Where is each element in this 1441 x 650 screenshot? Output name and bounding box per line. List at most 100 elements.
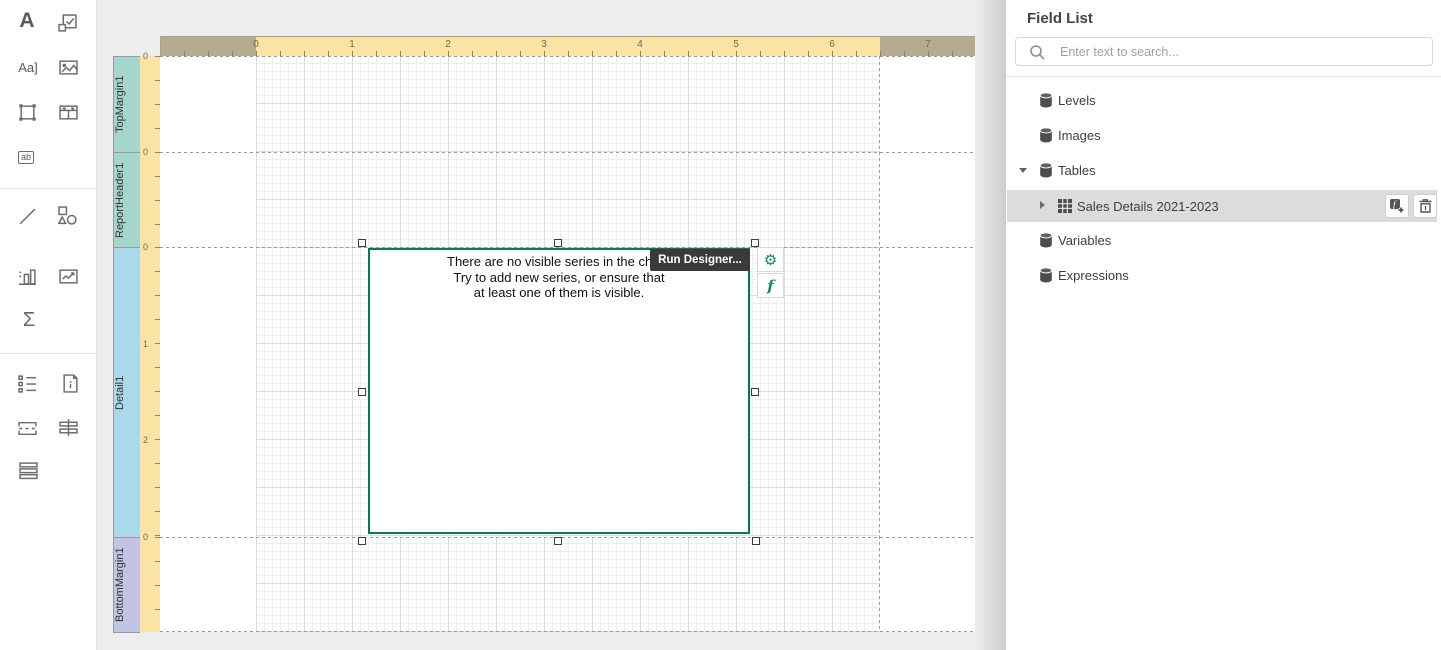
hruler-number: 6 [829,39,835,50]
band-label: Detail1 [114,248,140,537]
barcode-tool-icon[interactable]: ab [16,147,36,167]
band-label: ReportHeader1 [114,153,140,247]
label-tool-glyph: A [19,9,34,33]
resize-handle-top-right[interactable] [751,239,759,247]
band-top-margin[interactable]: TopMargin1 [114,56,140,152]
checkbox-tool-icon[interactable] [57,13,77,33]
tree-item-label: Images [1058,128,1101,143]
add-calculated-field-icon: f [1389,198,1405,214]
line-tool-icon[interactable] [17,206,37,226]
chart-message-line: Try to add new series, or ensure that [370,270,748,286]
hruler-number: 5 [733,39,739,50]
summary-tool-glyph: Σ [23,309,35,332]
hruler-number: 4 [637,39,643,50]
database-icon [1039,92,1053,109]
hruler-number: 3 [541,39,547,50]
add-calculated-field-button[interactable]: f [1385,194,1409,218]
table-of-contents-tool-icon[interactable] [18,460,38,480]
sparkline-tool-icon[interactable] [58,266,78,286]
band-strip: TopMargin1 ReportHeader1 Detail1 BottomM… [113,56,140,633]
chart-expressions-button[interactable]: f [757,273,784,298]
page-break-tool-icon[interactable] [17,418,37,438]
chart-tool-icon[interactable] [17,266,37,286]
resize-handle-top-center[interactable] [554,239,562,247]
database-icon [1039,127,1053,144]
hruler-number: 1 [349,39,355,50]
run-designer-button[interactable]: Run Designer... [650,249,750,271]
picture-tool-icon[interactable] [58,57,78,77]
shape-tool-icon[interactable] [57,205,77,225]
band-bottom-margin[interactable]: BottomMargin1 [114,537,140,632]
band-separator [160,631,975,632]
hruler-number: 2 [445,39,451,50]
band-separator[interactable] [160,537,975,538]
vruler-number: 0 [143,147,148,157]
band-separator[interactable] [160,152,975,153]
cross-band-tool-icon[interactable] [58,417,78,437]
resize-handle-middle-right[interactable] [751,388,759,396]
field-list-panel: Field List Levels Images Tables Sales De… [1005,0,1441,650]
database-icon [1039,162,1053,179]
run-designer-label: Run Designer... [658,254,742,266]
tree-item-label: Expressions [1058,268,1129,283]
resize-handle-middle-left[interactable] [358,388,366,396]
search-icon [1029,44,1046,61]
field-list-title: Field List [1027,10,1093,27]
hruler-number: 7 [925,39,931,50]
list-tool-icon[interactable] [17,373,37,393]
tree-item-levels[interactable]: Levels [1006,89,1441,113]
page-info-tool-icon[interactable] [60,373,80,393]
function-icon: f [767,277,773,295]
resize-handle-bottom-right[interactable] [752,537,760,545]
band-label: BottomMargin1 [114,538,140,632]
band-report-header[interactable]: ReportHeader1 [114,152,140,247]
chart-options-button[interactable]: ⚙ [757,247,784,272]
summary-tool-icon[interactable]: Σ [19,310,39,330]
tree-item-label: Variables [1058,233,1111,248]
toolbox: A Aa] ab Σ [0,0,97,650]
toolbox-divider [0,353,96,354]
search-input[interactable] [1060,39,1420,64]
database-icon [1039,267,1053,284]
resize-handle-bottom-left[interactable] [358,537,366,545]
resize-handle-bottom-center[interactable] [554,537,562,545]
right-margin-line [879,56,880,632]
search-box[interactable] [1015,37,1433,66]
vruler-number: 2 [143,435,148,445]
table-tool-icon[interactable] [58,102,78,122]
chart-control[interactable]: There are no visible series in the chart… [368,248,750,534]
chart-message-line: at least one of them is visible. [370,285,748,301]
database-icon [1039,232,1053,249]
tree-item-label: Tables [1058,163,1096,178]
band-separator [160,56,975,57]
label-tool-icon[interactable]: A [17,11,37,31]
richtext-tool-icon[interactable]: Aa] [15,57,41,77]
panel-tool-icon[interactable] [17,102,37,122]
design-surface[interactable]: There are no visible series in the chart… [160,56,975,632]
barcode-tool-glyph: ab [18,151,34,164]
toolbox-divider [0,188,96,189]
tree-item-sales-details[interactable]: Sales Details 2021-2023 f [1007,190,1437,222]
tree-item-label: Levels [1058,93,1096,108]
vertical-ruler: 0 0 0 1 2 0 [140,56,160,632]
panel-shadow [975,0,1005,650]
hruler-number: 0 [253,39,259,50]
vruler-number: 1 [143,339,148,349]
vruler-number: 0 [143,242,148,252]
tree-item-expressions[interactable]: Expressions [1006,264,1441,288]
resize-handle-top-left[interactable] [358,239,366,247]
band-label: TopMargin1 [114,57,140,152]
expand-icon[interactable] [1040,201,1045,209]
tree-item-variables[interactable]: Variables [1006,229,1441,253]
vruler-number: 0 [143,532,148,542]
tree-item-images[interactable]: Images [1006,124,1441,148]
tree-item-tables[interactable]: Tables [1006,159,1441,183]
band-detail[interactable]: Detail1 [114,247,140,537]
tree-item-label: Sales Details 2021-2023 [1077,199,1219,214]
collapse-icon[interactable] [1019,168,1027,173]
report-designer: A Aa] ab Σ [0,0,1441,650]
richtext-tool-glyph: Aa] [18,60,38,75]
delete-table-button[interactable] [1413,194,1437,218]
horizontal-ruler: 0 1 2 3 4 5 6 7 [160,36,975,56]
trash-icon [1418,198,1433,214]
